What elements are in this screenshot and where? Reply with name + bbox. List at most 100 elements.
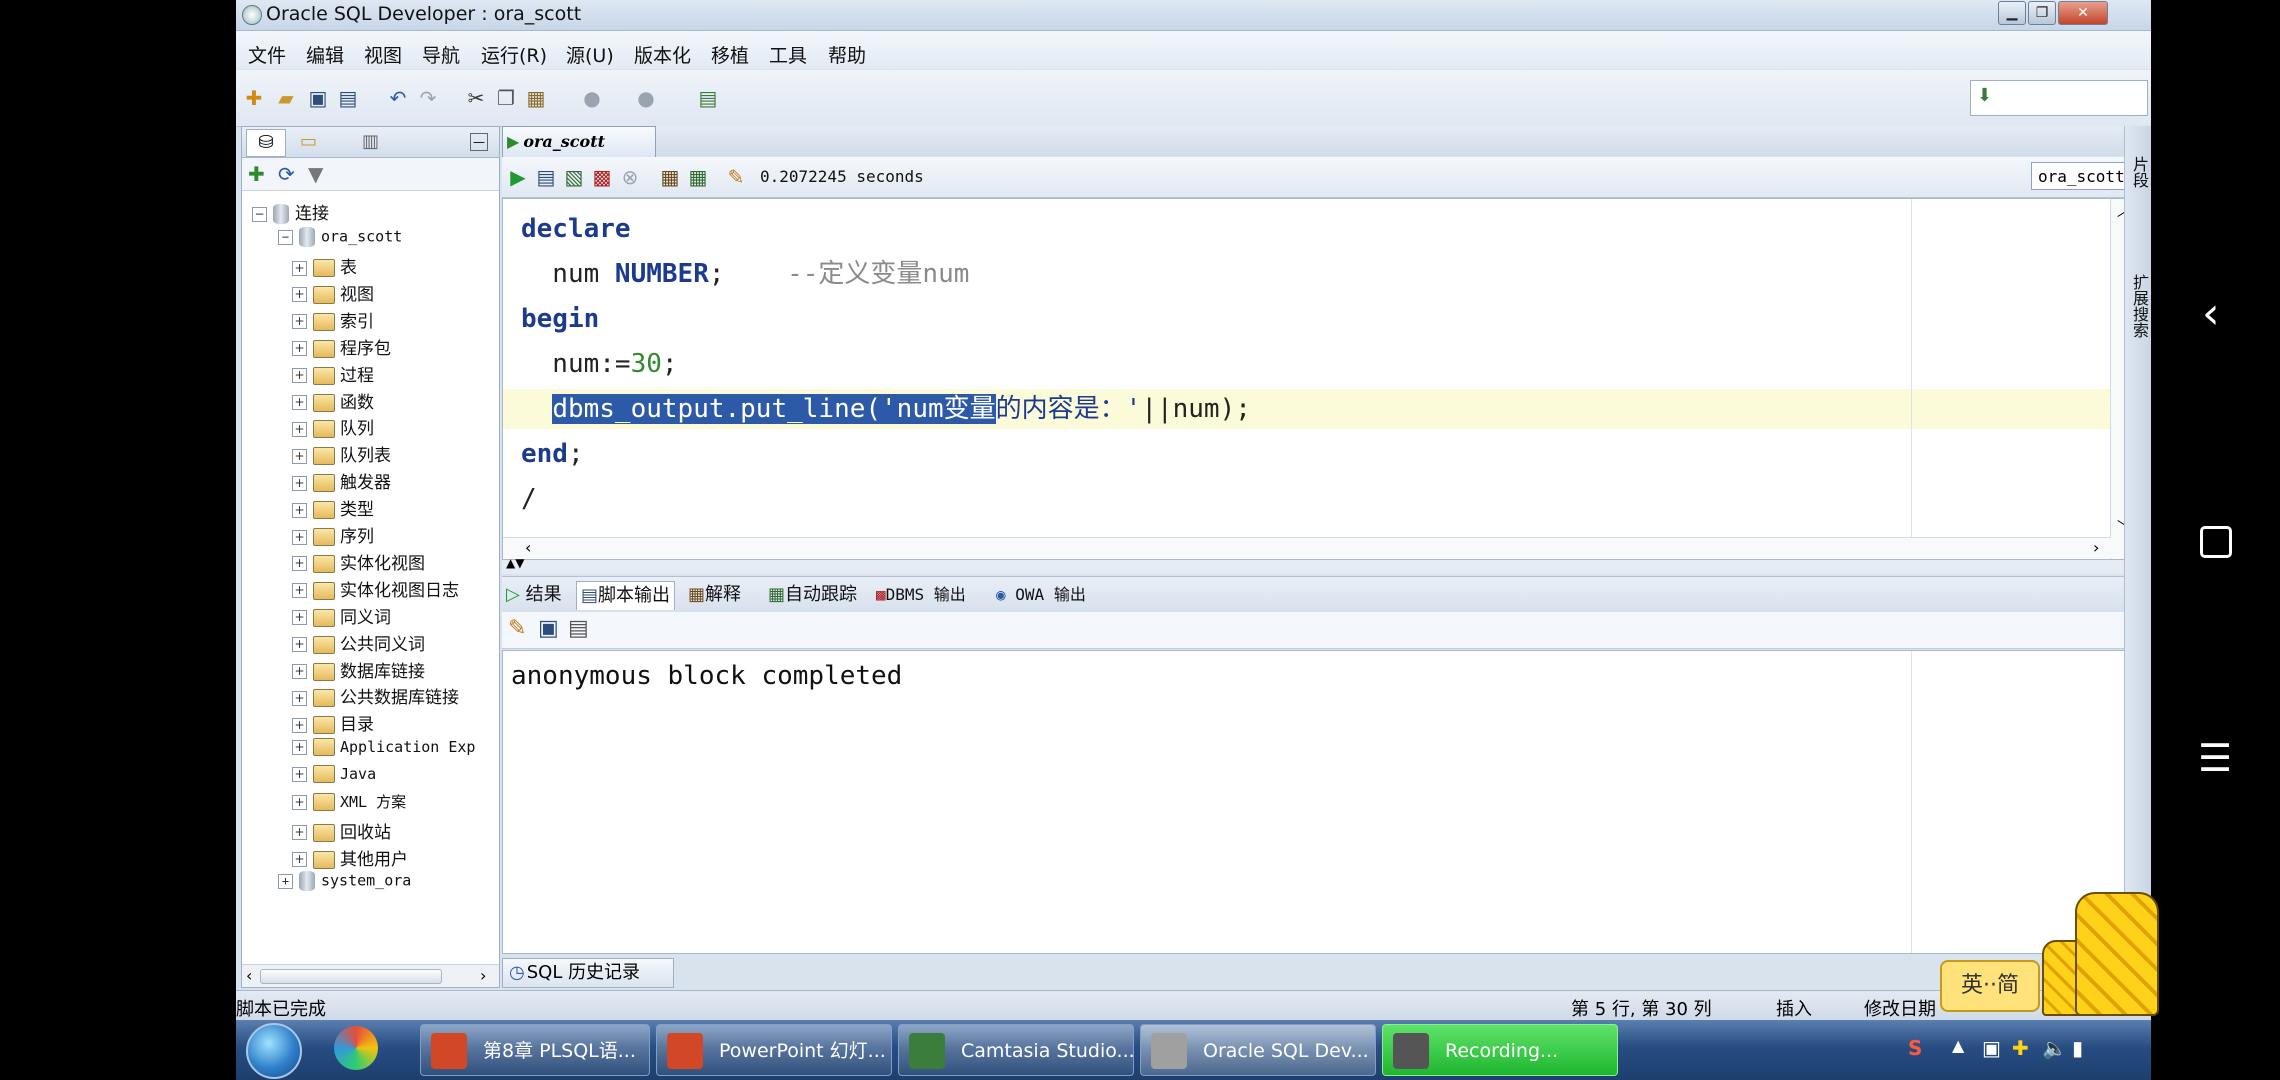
undo-icon[interactable]: ↶	[386, 86, 410, 110]
tree-item[interactable]: + 其他用户	[292, 845, 408, 871]
copy-icon[interactable]: ❐	[494, 86, 518, 110]
tree-item[interactable]: + 目录	[292, 710, 374, 736]
collapse-icon[interactable]: −	[252, 206, 267, 222]
forward-icon[interactable]: ●	[634, 86, 658, 110]
expand-icon[interactable]: +	[292, 794, 307, 810]
back-icon[interactable]: ●	[580, 86, 604, 110]
task-ppt-chapter[interactable]: 第8章 PLSQL语...	[420, 1024, 650, 1076]
task-camtasia[interactable]: Camtasia Studio...	[898, 1024, 1134, 1076]
scroll-thumb[interactable]	[260, 969, 442, 984]
script-output-area[interactable]: anonymous block completed	[502, 650, 2138, 954]
menu-file[interactable]: 文件	[248, 41, 286, 68]
task-oracle-sql-developer[interactable]: Oracle SQL Dev...	[1140, 1024, 1376, 1076]
minimize-panel-icon[interactable]: —	[470, 133, 488, 151]
tree-connection-ora-scott[interactable]: − ora_scott	[278, 227, 402, 253]
scroll-right-icon[interactable]: ›	[2093, 538, 2099, 557]
new-file-icon[interactable]: ✚	[242, 86, 266, 110]
expand-icon[interactable]: +	[292, 368, 307, 384]
menu-nav-icon[interactable]: ☰	[2198, 736, 2232, 780]
tab-dbms-output[interactable]: ▩DBMS 输出	[876, 581, 966, 609]
sql-editor[interactable]: declare num NUMBER; --定义变量num begin num:…	[502, 198, 2138, 560]
expand-icon[interactable]: +	[292, 610, 307, 626]
volume-icon[interactable]: 🔈	[2042, 1036, 2067, 1060]
expand-icon[interactable]: +	[292, 583, 307, 599]
commit-icon[interactable]: ▧	[562, 165, 586, 189]
tree-item[interactable]: + 队列	[292, 414, 374, 440]
tree-item[interactable]: + 回收站	[292, 818, 391, 844]
expand-icon[interactable]: +	[292, 341, 307, 357]
save-all-icon[interactable]: ▤	[336, 86, 360, 110]
expand-icon[interactable]: +	[292, 717, 307, 733]
tree-item[interactable]: + 过程	[292, 361, 374, 387]
scroll-right-icon[interactable]: ›	[480, 966, 486, 985]
pane-splitter[interactable]: ▲▼	[502, 556, 2151, 574]
tree-item[interactable]: + 公共同义词	[292, 630, 425, 656]
tab-owa-output[interactable]: ◉ OWA 输出	[996, 581, 1086, 609]
reports-tab-icon[interactable]: ▥	[362, 131, 379, 152]
tree-item[interactable]: + Java	[292, 764, 376, 790]
tree-item[interactable]: + Application Exp	[292, 737, 475, 763]
tab-explain[interactable]: ▦解释	[688, 581, 741, 609]
expand-icon[interactable]: +	[292, 690, 307, 706]
expand-icon[interactable]: +	[292, 664, 307, 679]
back-nav-icon[interactable]: ‹	[2202, 288, 2220, 339]
extension-search-tab[interactable]: 扩展搜索	[2127, 274, 2151, 338]
tree-item[interactable]: + 数据库链接	[292, 657, 425, 683]
tree-item[interactable]: + 实体化视图日志	[292, 576, 459, 602]
run-statement-icon[interactable]: ▶	[506, 165, 530, 189]
expand-icon[interactable]: +	[292, 766, 307, 782]
expand-icon[interactable]: +	[292, 314, 307, 330]
add-connection-icon[interactable]: ✚	[248, 162, 265, 186]
tree-item[interactable]: + 函数	[292, 388, 374, 414]
ime-indicator[interactable]: 英··简	[1940, 960, 2040, 1012]
menu-tools[interactable]: 工具	[769, 41, 807, 68]
ie-icon[interactable]	[334, 1026, 378, 1070]
cancel-icon[interactable]: ⊗	[618, 165, 642, 189]
tree-root-connections[interactable]: − 连接	[252, 199, 329, 225]
tree-item[interactable]: + 同义词	[292, 603, 391, 629]
tree-item[interactable]: + 索引	[292, 307, 374, 333]
expand-icon[interactable]: +	[292, 556, 307, 572]
tray-plus-icon[interactable]: ✚	[2012, 1036, 2029, 1060]
menu-edit[interactable]: 编辑	[306, 41, 344, 68]
tree-item[interactable]: + 类型	[292, 495, 374, 521]
paste-icon[interactable]: ▦	[524, 86, 548, 110]
tab-script-output[interactable]: ▤脚本输出	[576, 581, 676, 610]
collapse-icon[interactable]: −	[278, 229, 293, 245]
files-tab-icon[interactable]: ▭	[300, 131, 317, 152]
expand-icon[interactable]: +	[292, 260, 307, 276]
menu-versioning[interactable]: 版本化	[634, 41, 691, 68]
expand-icon[interactable]: +	[292, 502, 307, 518]
maximize-button[interactable]: ❐	[2028, 1, 2056, 25]
scroll-left-icon[interactable]: ‹	[246, 966, 252, 985]
rollback-icon[interactable]: ▩	[590, 165, 614, 189]
connections-tab-icon[interactable]: ⛁	[246, 129, 286, 157]
tree-item[interactable]: + 公共数据库链接	[292, 683, 459, 709]
expand-icon[interactable]: +	[278, 873, 293, 889]
network-icon[interactable]: ▮	[2072, 1036, 2083, 1060]
tree-item[interactable]: + 表	[292, 253, 357, 279]
task-recording[interactable]: Recording...	[1382, 1024, 1618, 1076]
redo-icon[interactable]: ↷	[416, 86, 440, 110]
expand-icon[interactable]: +	[292, 739, 307, 755]
tab-results[interactable]: ▷ 结果	[506, 581, 562, 609]
cut-icon[interactable]: ✂	[464, 86, 488, 110]
tree-item[interactable]: + XML 方案	[292, 791, 406, 817]
sogou-icon[interactable]: S	[1908, 1036, 1922, 1060]
menu-source[interactable]: 源(U)	[566, 41, 614, 68]
autotrace-icon[interactable]: ▦	[686, 165, 710, 189]
tree-item[interactable]: + 视图	[292, 280, 374, 306]
expand-icon[interactable]: +	[292, 852, 307, 868]
sql-worksheet-icon[interactable]: ▤	[696, 86, 720, 110]
menu-navigate[interactable]: 导航	[422, 41, 460, 68]
menu-help[interactable]: 帮助	[828, 41, 866, 68]
menu-run[interactable]: 运行(R)	[481, 41, 547, 68]
open-folder-icon[interactable]: ▰	[274, 86, 298, 110]
tree-item[interactable]: + 队列表	[292, 441, 391, 467]
start-button[interactable]	[246, 1023, 302, 1079]
expand-icon[interactable]: +	[292, 421, 307, 437]
clear-output-icon[interactable]: ✎	[508, 616, 526, 641]
sql-history-tab[interactable]: ◷ SQL 历史记录	[502, 958, 674, 988]
expand-icon[interactable]: +	[292, 395, 307, 410]
minimize-button[interactable]: ▁	[1998, 1, 2026, 25]
